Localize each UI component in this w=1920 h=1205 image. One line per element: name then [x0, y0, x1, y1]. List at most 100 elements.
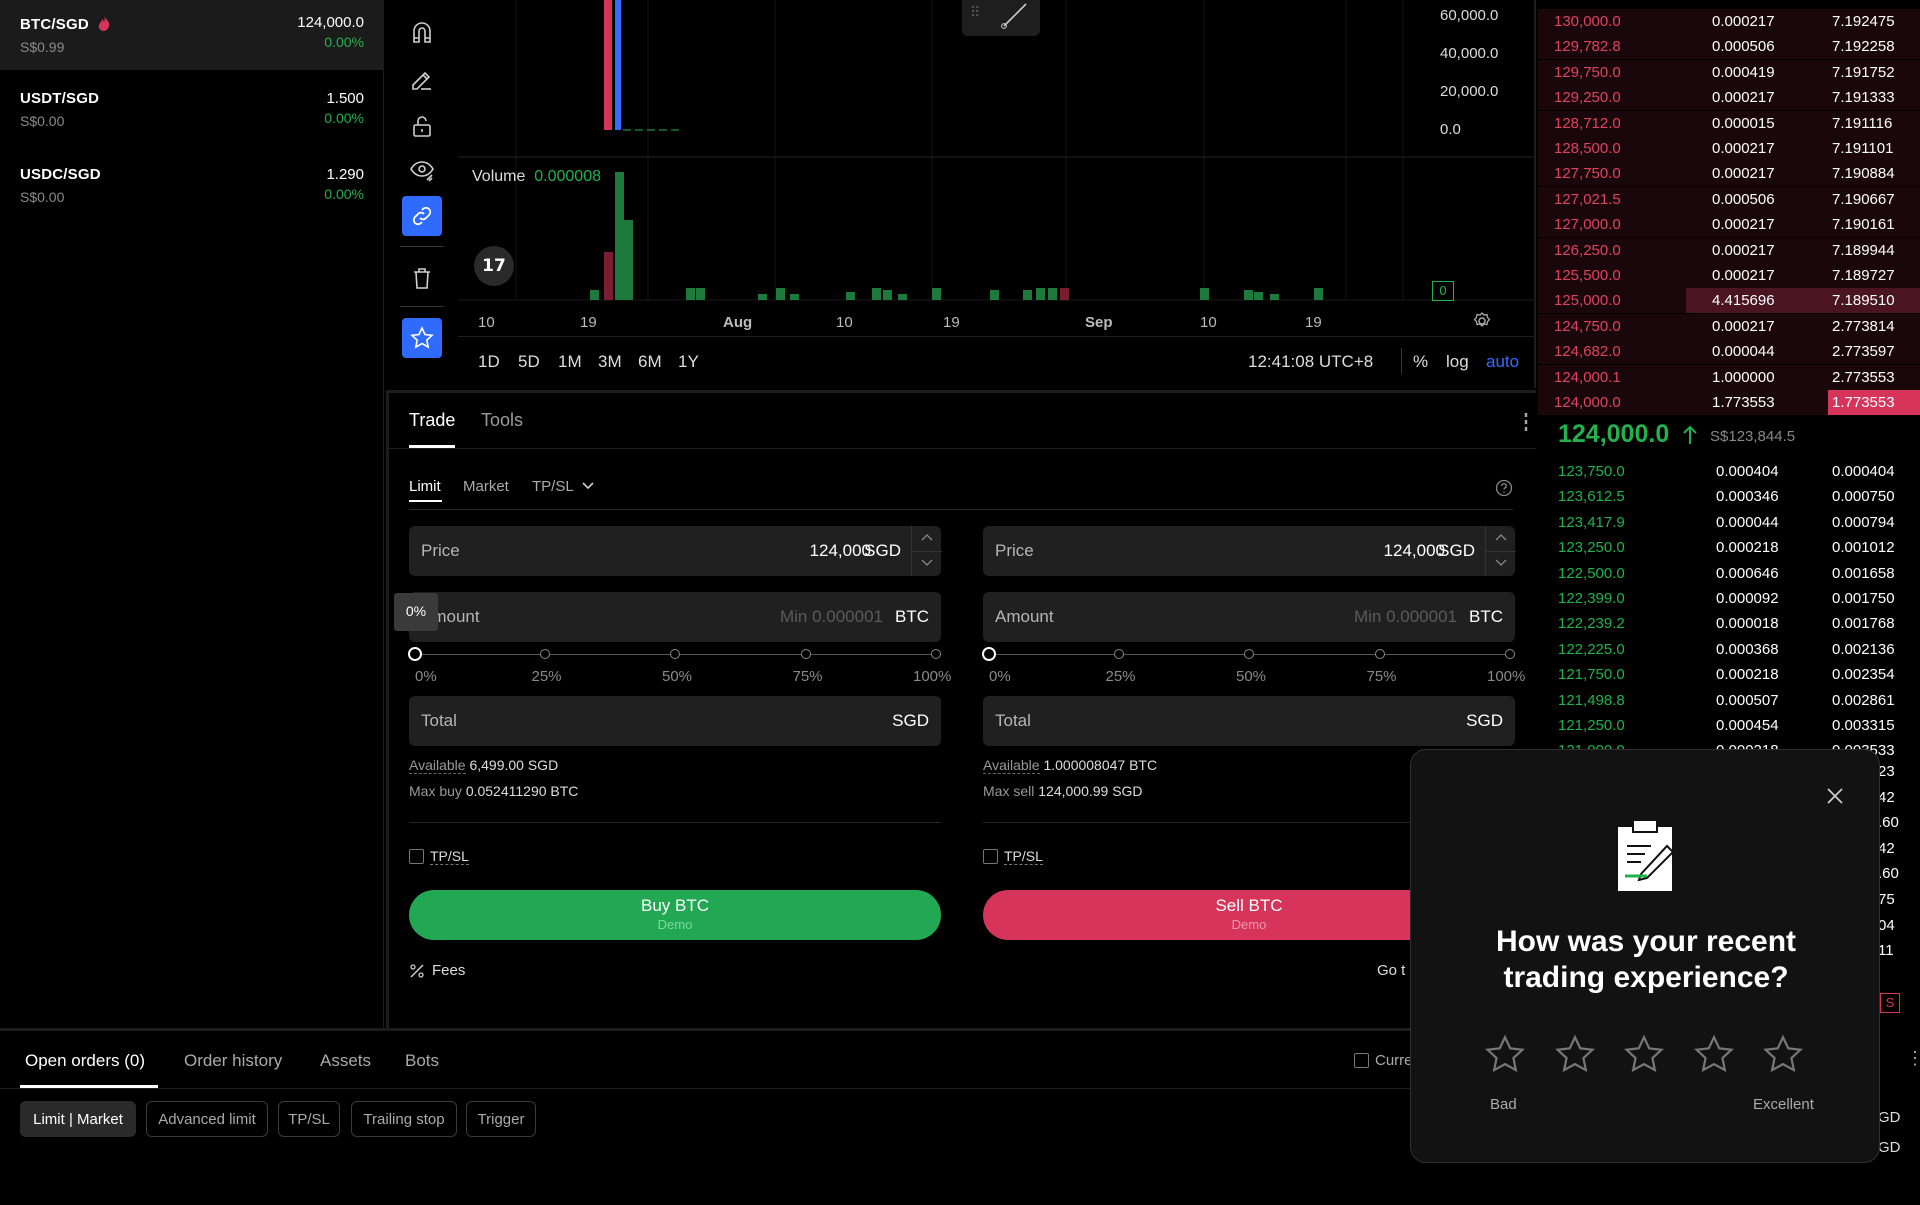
bid-row[interactable]: 123,417.9 0.000044 0.000794 — [1538, 510, 1920, 535]
help-icon[interactable] — [1495, 479, 1513, 497]
order-filter-pill[interactable]: TP/SL — [278, 1101, 340, 1137]
order-type-limit[interactable]: Limit — [409, 478, 441, 495]
close-icon[interactable] — [1825, 786, 1845, 806]
slider-dot[interactable] — [1244, 649, 1254, 659]
slider-dot[interactable] — [539, 649, 550, 659]
rating-star-icon[interactable] — [1692, 1033, 1736, 1077]
ask-row[interactable]: 130,000.0 0.000217 7.192475 — [1538, 9, 1920, 34]
bid-row[interactable]: 122,399.0 0.000092 0.001750 — [1538, 586, 1920, 611]
ask-row[interactable]: 127,750.0 0.000217 7.190884 — [1538, 161, 1920, 187]
log-toggle[interactable]: log — [1446, 352, 1469, 372]
rating-star-icon[interactable] — [1622, 1033, 1666, 1077]
buy-tpsl-checkbox[interactable] — [409, 849, 424, 864]
ask-row[interactable]: 124,000.1 1.000000 2.773553 — [1538, 364, 1920, 390]
market-row-btc-sgd[interactable]: BTC/SGD S$0.99 124,000.0 0.00% — [0, 0, 384, 70]
bid-row[interactable]: 121,250.0 0.000454 0.003315 — [1538, 713, 1920, 738]
buy-total-field[interactable]: Total SGD — [409, 696, 941, 746]
star-icon[interactable] — [402, 318, 442, 358]
tradingview-logo-icon[interactable]: 17 — [474, 246, 514, 286]
bid-row[interactable]: 121,750.0 0.000218 0.002354 — [1538, 662, 1920, 687]
bid-row[interactable]: 122,225.0 0.000368 0.002136 — [1538, 637, 1920, 662]
buy-amount-field[interactable]: Amount Min 0.000001 BTC — [409, 592, 941, 642]
slider-dot[interactable] — [670, 649, 680, 659]
order-filter-pill[interactable]: Trailing stop — [351, 1101, 457, 1137]
orders-tab[interactable]: Bots — [405, 1051, 439, 1071]
range-1m[interactable]: 1M — [558, 352, 582, 372]
more-vertical-icon[interactable]: ⋮ — [1906, 1048, 1920, 1069]
drawing-float-toolbar[interactable]: ⠿ — [962, 0, 1040, 36]
ask-row[interactable]: 129,250.0 0.000217 7.191333 — [1538, 85, 1920, 111]
range-1y[interactable]: 1Y — [678, 352, 699, 372]
magnet-icon[interactable] — [402, 13, 442, 53]
pencil-ruler-icon[interactable] — [402, 60, 442, 100]
slider-dot[interactable] — [931, 649, 941, 659]
bid-row[interactable]: 122,239.2 0.000018 0.001768 — [1538, 611, 1920, 636]
ask-row[interactable]: 124,000.0 1.773553 1.773553 — [1538, 390, 1920, 415]
rating-star-icon[interactable] — [1483, 1033, 1527, 1077]
price-stepper[interactable] — [1485, 526, 1516, 576]
buy-price-field[interactable]: Price 124,000 SGD — [409, 526, 942, 576]
chevron-down-icon[interactable] — [921, 559, 933, 567]
order-filter-pill[interactable]: Limit | Market — [20, 1101, 136, 1137]
range-3m[interactable]: 3M — [598, 352, 622, 372]
slider-dot[interactable] — [1113, 649, 1124, 659]
bid-row[interactable]: 123,750.0 0.000404 0.000404 — [1538, 459, 1920, 484]
rating-star-icon[interactable] — [1553, 1033, 1597, 1077]
order-filter-pill[interactable]: Advanced limit — [146, 1101, 268, 1137]
ask-row[interactable]: 127,000.0 0.000217 7.190161 — [1538, 212, 1920, 238]
tab-tools[interactable]: Tools — [481, 410, 523, 431]
ask-row[interactable]: 124,682.0 0.000044 2.773597 — [1538, 339, 1920, 365]
sell-amount-slider[interactable]: 0% 25% 50% 75% 100% — [982, 646, 1525, 686]
auto-toggle[interactable]: auto — [1486, 352, 1519, 372]
ask-row[interactable]: 124,750.0 0.000217 2.773814 — [1538, 313, 1920, 339]
market-row-usdt-sgd[interactable]: USDT/SGD S$0.00 1.500 0.00% — [0, 76, 384, 146]
market-row-usdc-sgd[interactable]: USDC/SGD S$0.00 1.290 0.00% — [0, 152, 384, 222]
fees-link[interactable]: Fees — [432, 962, 465, 979]
order-filter-pill[interactable]: Trigger — [466, 1101, 536, 1137]
orders-tab[interactable]: Assets — [320, 1051, 371, 1071]
chevron-up-icon[interactable] — [1495, 533, 1507, 541]
bid-row[interactable]: 122,500.0 0.000646 0.001658 — [1538, 561, 1920, 586]
sell-amount-field[interactable]: Amount Min 0.000001 BTC — [983, 592, 1515, 642]
link-icon[interactable] — [402, 196, 442, 236]
range-1d[interactable]: 1D — [478, 352, 500, 372]
goto-link[interactable]: Go t — [1377, 962, 1405, 979]
ask-row[interactable]: 128,712.0 0.000015 7.191116 — [1538, 110, 1920, 136]
rating-star-icon[interactable] — [1761, 1033, 1805, 1077]
eye-icon[interactable] — [402, 150, 442, 190]
slider-dot[interactable] — [1505, 649, 1515, 659]
sell-price-field[interactable]: Price 124,000 SGD — [983, 526, 1516, 576]
trend-line-icon[interactable] — [1000, 2, 1030, 30]
chevron-down-icon[interactable] — [1495, 559, 1507, 567]
bid-row[interactable]: 123,612.5 0.000346 0.000750 — [1538, 484, 1920, 509]
ask-row[interactable]: 129,782.8 0.000506 7.192258 — [1538, 34, 1920, 60]
sell-total-field[interactable]: Total SGD — [983, 696, 1515, 746]
orders-tab[interactable]: Open orders (0) — [25, 1051, 145, 1071]
chevron-up-icon[interactable] — [921, 533, 933, 541]
lock-open-icon[interactable] — [402, 106, 442, 146]
ask-row[interactable]: 125,500.0 0.000217 7.189727 — [1538, 263, 1920, 288]
range-6m[interactable]: 6M — [638, 352, 662, 372]
ask-row[interactable]: 126,250.0 0.000217 7.189944 — [1538, 237, 1920, 263]
price-stepper[interactable] — [911, 526, 942, 576]
slider-dot[interactable] — [1374, 649, 1385, 659]
orders-tab[interactable]: Order history — [184, 1051, 282, 1071]
bid-row[interactable]: 121,498.8 0.000507 0.002861 — [1538, 688, 1920, 713]
slider-dot[interactable] — [800, 649, 811, 659]
current-pair-checkbox[interactable] — [1354, 1053, 1369, 1068]
ask-row[interactable]: 129,750.0 0.000419 7.191752 — [1538, 59, 1920, 85]
percent-toggle[interactable]: % — [1413, 352, 1428, 372]
sell-tpsl-checkbox[interactable] — [983, 849, 998, 864]
tab-trade[interactable]: Trade — [409, 410, 455, 431]
price-chart[interactable]: 60,000.0 40,000.0 20,000.0 0.0 10 19 Aug 10 19 Se… — [458, 0, 1536, 388]
order-type-market[interactable]: Market — [463, 478, 509, 495]
chart-settings-icon[interactable] — [1472, 311, 1492, 331]
buy-amount-slider[interactable]: 0% 25% 50% 75% 100% — [408, 646, 951, 686]
drag-handle-icon[interactable]: ⠿ — [970, 4, 980, 21]
slider-dot[interactable] — [408, 647, 422, 661]
ask-row[interactable]: 125,000.0 4.415696 7.189510 — [1538, 288, 1920, 314]
buy-button[interactable]: Buy BTC Demo — [409, 890, 941, 940]
ask-row[interactable]: 127,021.5 0.000506 7.190667 — [1538, 186, 1920, 212]
trash-icon[interactable] — [402, 258, 442, 298]
ask-row[interactable]: 128,500.0 0.000217 7.191101 — [1538, 136, 1920, 161]
